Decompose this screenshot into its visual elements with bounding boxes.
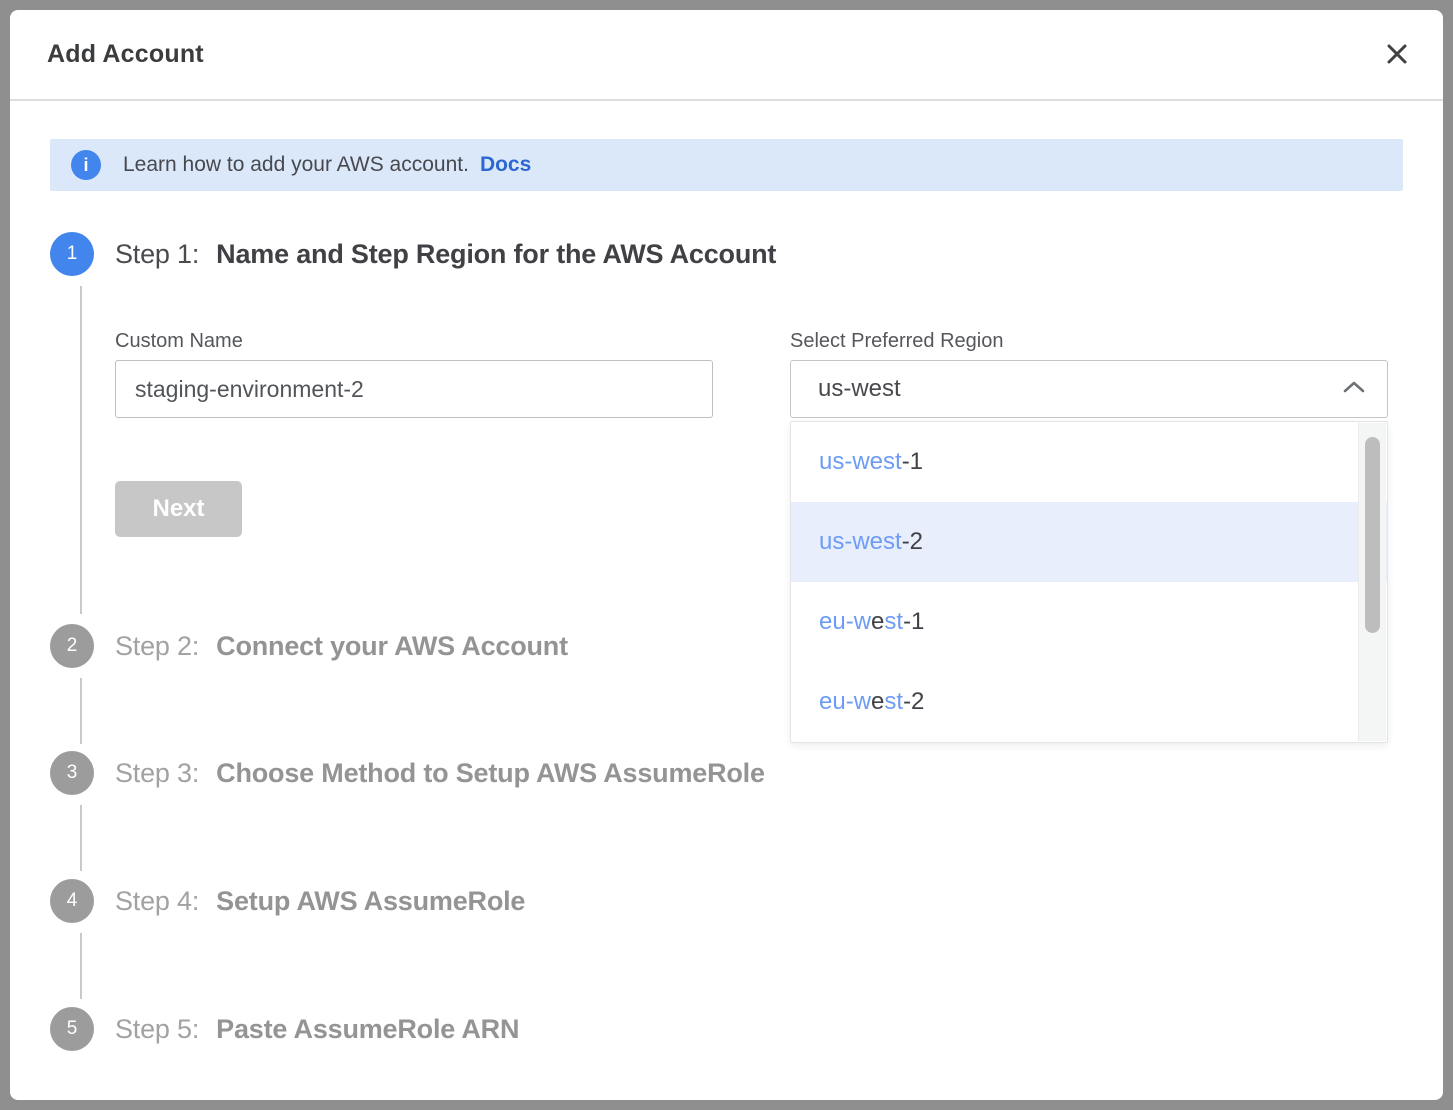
step-prefix: Step 1: [115, 239, 199, 270]
step-title: Name and Step Region for the AWS Account [216, 239, 776, 270]
region-option[interactable]: us-west-1 [791, 422, 1387, 502]
step-connector-line [80, 933, 82, 999]
close-icon [1384, 41, 1410, 70]
close-button[interactable] [1381, 39, 1413, 71]
step-prefix: Step 4: [115, 886, 199, 917]
chevron-up-icon [1342, 380, 1366, 399]
option-text: e [871, 688, 884, 715]
step-number-badge: 3 [50, 751, 94, 795]
step-title: Connect your AWS Account [216, 631, 568, 662]
modal-title: Add Account [47, 10, 204, 99]
step-connector-line [80, 286, 82, 614]
option-text: -2 [903, 688, 924, 715]
step-connector-line [80, 805, 82, 871]
modal-header: Add Account [10, 10, 1443, 99]
option-match-text: eu-w [819, 688, 871, 715]
custom-name-input[interactable] [115, 360, 713, 418]
option-match-text: us-west [819, 528, 902, 555]
banner-text: Learn how to add your AWS account. [123, 153, 469, 177]
option-label: eu-west-1 [819, 608, 924, 636]
dropdown-scrollbar-thumb[interactable] [1365, 437, 1380, 633]
step-title: Choose Method to Setup AWS AssumeRole [216, 758, 765, 789]
option-match-text: st [884, 608, 903, 635]
step-number-badge: 4 [50, 879, 94, 923]
option-text: -1 [903, 608, 924, 635]
step-title: Paste AssumeRole ARN [216, 1014, 519, 1045]
region-select-value: us-west [818, 375, 901, 403]
header-divider [10, 99, 1443, 101]
step-prefix: Step 5: [115, 1014, 199, 1045]
step-number-badge: 1 [50, 232, 94, 276]
option-match-text: us-west [819, 448, 902, 475]
region-option[interactable]: eu-west-2 [791, 662, 1387, 742]
step-row: 2 Step 2: Connect your AWS Account [50, 624, 568, 668]
option-label: eu-west-2 [819, 688, 924, 716]
info-banner: i Learn how to add your AWS account. Doc… [50, 139, 1403, 191]
step-number-badge: 5 [50, 1007, 94, 1051]
region-options-list: us-west-1 us-west-2 eu-west-1 eu-west-2 [791, 422, 1387, 742]
option-match-text: st [884, 688, 903, 715]
step-connector-line [80, 678, 82, 744]
step-row: 3 Step 3: Choose Method to Setup AWS Ass… [50, 751, 765, 795]
region-option[interactable]: eu-west-1 [791, 582, 1387, 662]
info-icon: i [71, 150, 101, 180]
step-row: 4 Step 4: Setup AWS AssumeRole [50, 879, 525, 923]
option-label: us-west-1 [819, 448, 923, 476]
step-number-badge: 2 [50, 624, 94, 668]
step-prefix: Step 3: [115, 758, 199, 789]
region-option[interactable]: us-west-2 [791, 502, 1387, 582]
step-prefix: Step 2: [115, 631, 199, 662]
next-button[interactable]: Next [115, 481, 242, 537]
custom-name-label: Custom Name [115, 330, 243, 353]
region-label: Select Preferred Region [790, 330, 1003, 353]
option-text: -1 [902, 448, 923, 475]
region-select[interactable]: us-west [790, 360, 1388, 418]
option-label: us-west-2 [819, 528, 923, 556]
option-match-text: eu-w [819, 608, 871, 635]
option-text: -2 [902, 528, 923, 555]
option-text: e [871, 608, 884, 635]
step-title: Setup AWS AssumeRole [216, 886, 525, 917]
step-row: 1 Step 1: Name and Step Region for the A… [50, 232, 776, 276]
add-account-modal: Add Account i Learn how to add your AWS … [10, 10, 1443, 1100]
dropdown-scrollbar-track[interactable] [1358, 423, 1386, 741]
region-dropdown: us-west-1 us-west-2 eu-west-1 eu-west-2 [790, 421, 1388, 743]
docs-link[interactable]: Docs [480, 153, 531, 177]
step-row: 5 Step 5: Paste AssumeRole ARN [50, 1007, 519, 1051]
